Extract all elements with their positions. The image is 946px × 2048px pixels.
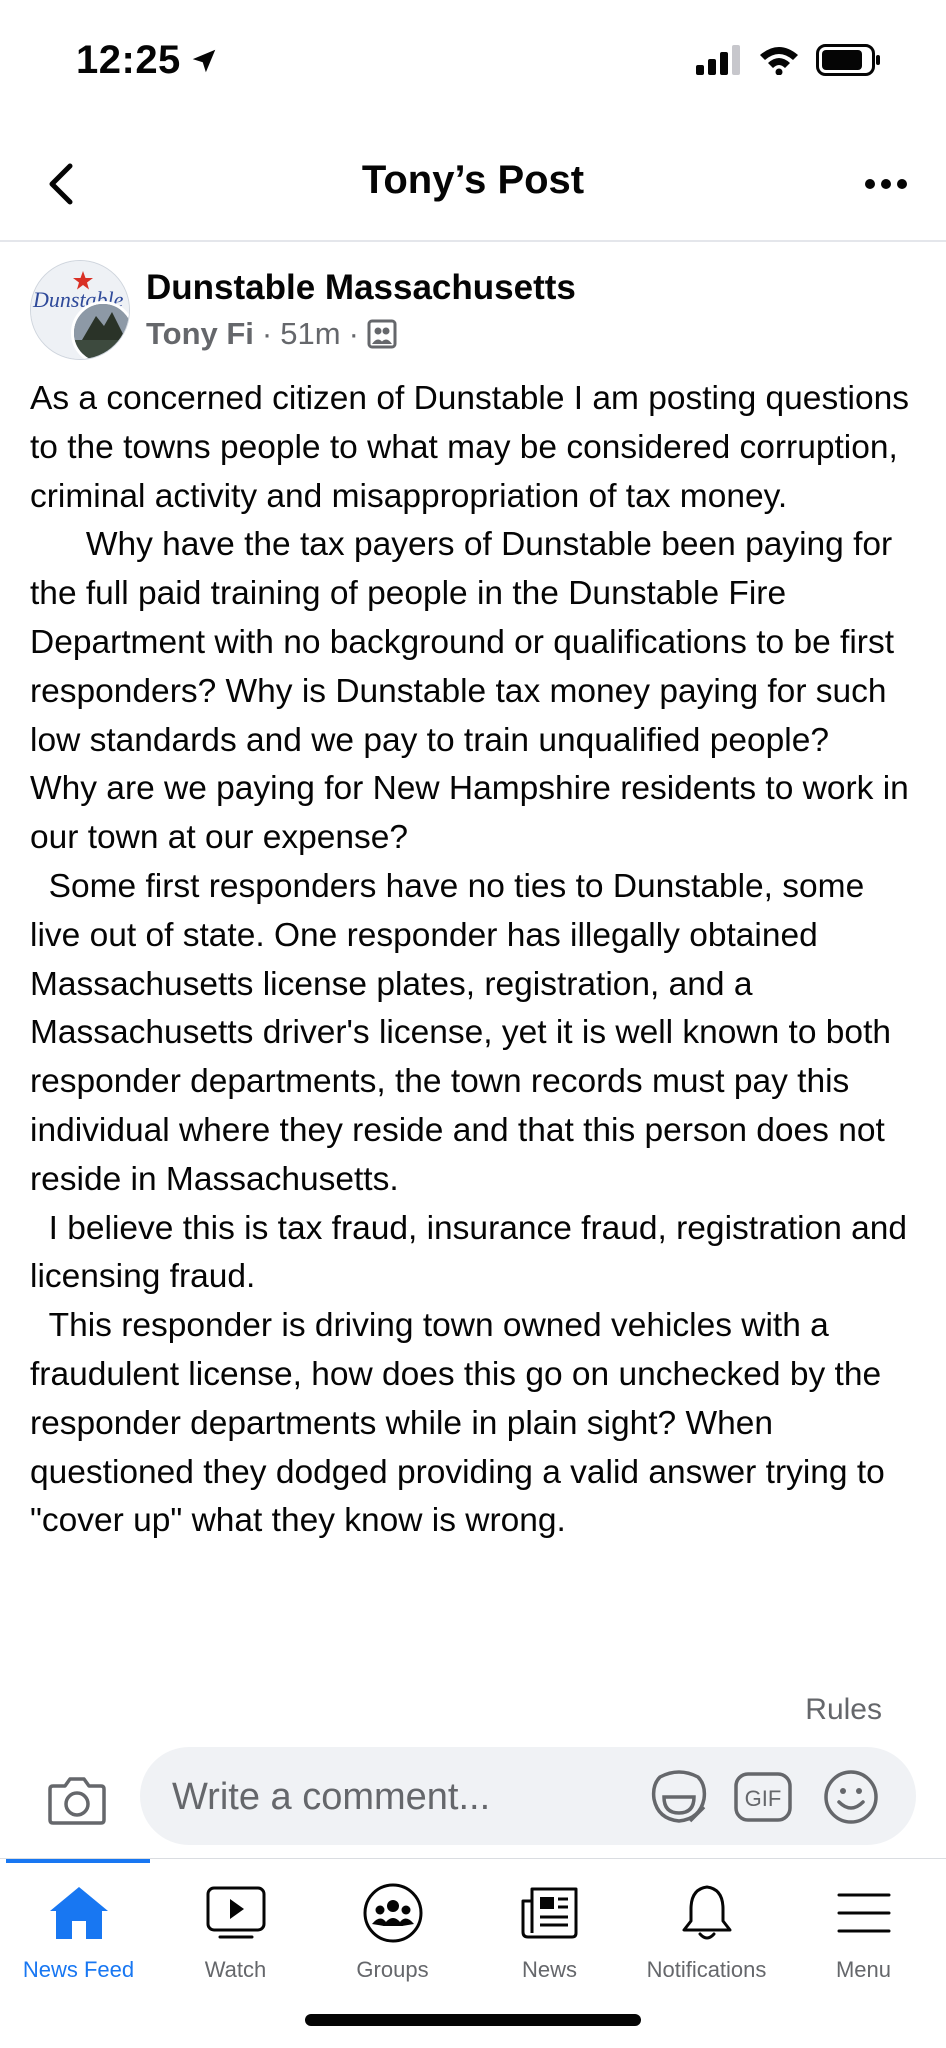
gif-icon: GIF <box>734 1772 792 1822</box>
post-time[interactable]: 51m <box>280 316 340 352</box>
camera-button[interactable] <box>44 1767 110 1833</box>
smiley-icon <box>824 1770 878 1824</box>
tab-label: News Feed <box>22 1957 135 1982</box>
gif-button[interactable]: GIF <box>734 1769 792 1825</box>
post-author-row: Dunstable Dunstable Massachusetts Tony F… <box>30 260 910 360</box>
tab-label: Groups <box>356 1957 429 1982</box>
audience-members-icon <box>367 319 397 349</box>
bell-icon <box>682 1885 731 1940</box>
more-options-button[interactable] <box>856 156 916 212</box>
rules-link[interactable]: Rules <box>805 1693 882 1727</box>
groups-icon <box>363 1883 422 1943</box>
svg-text:GIF: GIF <box>745 1786 782 1811</box>
status-time: 12:25 <box>76 38 219 83</box>
news-icon <box>521 1887 577 1939</box>
post-meta: Tony Fi · 51m · <box>146 316 397 352</box>
comment-composer: Rules GIF <box>0 1675 946 1860</box>
comment-input[interactable] <box>170 1747 614 1847</box>
location-arrow-icon <box>192 49 216 72</box>
time-label: 12:25 <box>76 38 181 82</box>
camera-icon <box>48 1777 106 1825</box>
post-paragraph: Why are we paying for New Hampshire resi… <box>30 770 919 857</box>
post-paragraph: Some first responders have no ties to Du… <box>30 867 901 1198</box>
tab-groups[interactable]: Groups <box>314 1881 471 1991</box>
avatar-sticker-button[interactable] <box>650 1769 708 1825</box>
avatar-sticker-icon <box>651 1770 707 1823</box>
comment-box: GIF <box>140 1747 916 1847</box>
page-avatar[interactable]: Dunstable <box>30 260 130 360</box>
post-paragraph: As a concerned citizen of Dunstable I am… <box>30 380 919 515</box>
tab-news-feed[interactable]: News Feed <box>0 1881 157 1991</box>
status-bar: 12:25 <box>0 0 946 130</box>
home-icon <box>49 1887 108 1939</box>
meta-separator: · <box>348 316 359 351</box>
active-tab-indicator <box>6 1859 150 1863</box>
tab-watch[interactable]: Watch <box>157 1881 314 1991</box>
tab-news[interactable]: News <box>471 1881 628 1991</box>
wifi-icon <box>760 47 798 75</box>
status-icons <box>696 44 882 76</box>
landscape-photo-icon <box>74 304 129 359</box>
post-paragraph: I believe this is tax fraud, insurance f… <box>30 1209 917 1296</box>
battery-icon <box>816 44 880 76</box>
author-name[interactable]: Tony Fi <box>146 316 254 352</box>
tab-notifications[interactable]: Notifications <box>628 1881 785 1991</box>
menu-icon <box>837 1893 890 1933</box>
page-title: Tony’s Post <box>361 158 585 202</box>
cellular-signal-icon <box>696 45 740 75</box>
tab-bar: News Feed Watch Groups News Notification… <box>0 1858 946 1989</box>
tab-menu[interactable]: Menu <box>785 1881 942 1991</box>
tab-label: Notifications <box>646 1957 767 1982</box>
emoji-button[interactable] <box>822 1769 880 1825</box>
home-indicator <box>305 2014 641 2026</box>
page-name[interactable]: Dunstable Massachusetts <box>146 268 576 308</box>
meta-separator: · <box>261 316 273 351</box>
more-dots-icon <box>865 179 907 189</box>
watch-icon <box>206 1886 265 1939</box>
post-text: As a concerned citizen of Dunstable I am… <box>30 375 920 1675</box>
post-paragraph: This responder is driving town owned veh… <box>30 1307 895 1540</box>
post-header: Tony’s Post <box>0 130 946 242</box>
tab-label: Menu <box>835 1957 892 1982</box>
post-paragraph: Why have the tax payers of Dunstable bee… <box>30 526 904 759</box>
tab-label: Watch <box>204 1957 267 1982</box>
profile-photo <box>71 301 129 359</box>
tab-label: News <box>521 1957 577 1982</box>
